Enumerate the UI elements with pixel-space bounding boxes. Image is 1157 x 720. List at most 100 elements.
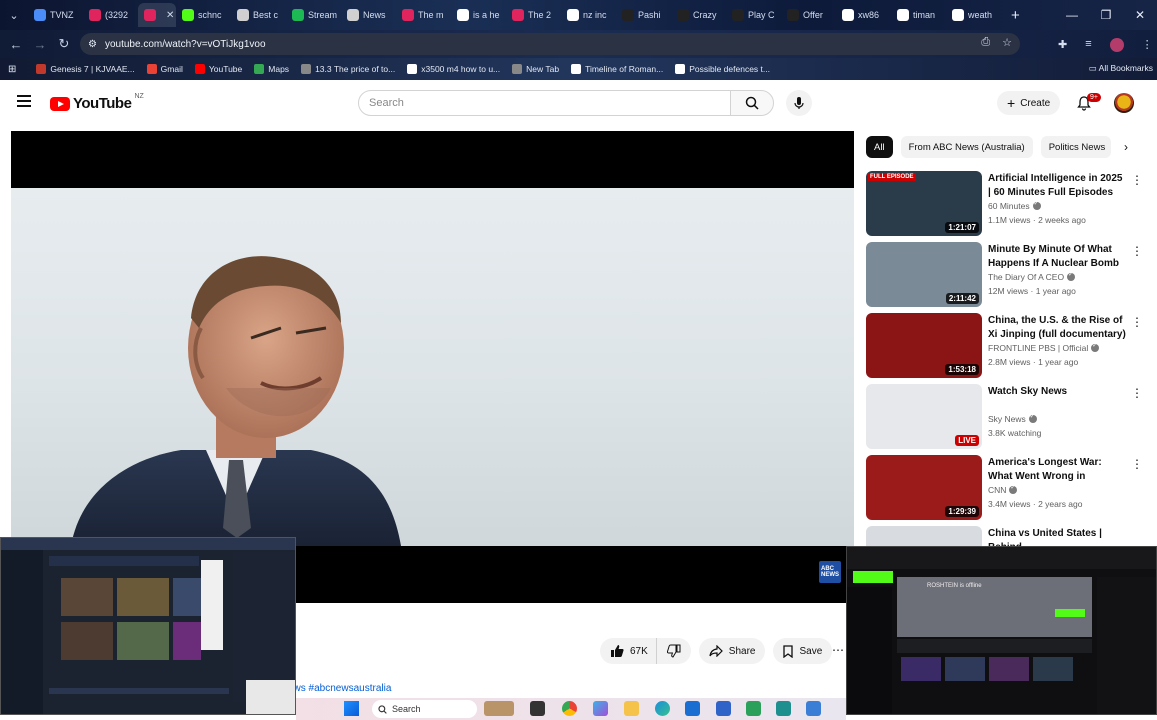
task-view-icon[interactable] [530, 701, 545, 716]
casino-stream-overlay[interactable] [0, 537, 296, 715]
search-button[interactable] [730, 90, 774, 116]
channel-name[interactable]: 60 Minutes [988, 200, 1041, 211]
chevron-right-icon[interactable]: › [1124, 140, 1128, 154]
recommendation-title[interactable]: Minute By Minute Of What Happens If A Nu… [988, 243, 1126, 271]
edge-icon[interactable] [655, 701, 670, 716]
channel-name[interactable]: Sky News [988, 413, 1037, 424]
recommendation-title[interactable]: America's Longest War: What Went Wrong i… [988, 456, 1126, 484]
new-tab-button[interactable]: + [1001, 7, 1030, 24]
video-thumbnail[interactable]: 1:29:39 [866, 455, 982, 520]
recommendation-item[interactable]: 2:11:42 Minute By Minute Of What Happens … [866, 242, 1151, 313]
browser-tab[interactable]: News [341, 3, 396, 27]
menu-icon[interactable] [17, 95, 31, 107]
recommendation-item[interactable]: 1:29:39 America's Longest War: What Went … [866, 455, 1151, 526]
app-icon-blue[interactable] [806, 701, 821, 716]
more-options-icon[interactable]: ⋮ [1131, 244, 1143, 258]
weather-widget-icon[interactable] [484, 701, 514, 716]
more-options-icon[interactable]: ⋮ [1131, 457, 1143, 471]
bookmark-item[interactable]: x3500 m4 how to u... [407, 64, 500, 74]
app-icon-green[interactable] [746, 701, 761, 716]
recommendation-item[interactable]: 1:53:18 China, the U.S. & the Rise of Xi … [866, 313, 1151, 384]
apps-grid-icon[interactable]: ⊞ [8, 64, 16, 75]
channel-name[interactable]: The Diary Of A CEO [988, 271, 1076, 282]
browser-tab[interactable]: Pashi [616, 3, 671, 27]
store-icon[interactable] [716, 701, 731, 716]
windows-start-icon[interactable] [344, 701, 359, 716]
filter-chip[interactable]: From ABC News (Australia) [900, 136, 1033, 158]
app-icon-teal[interactable] [776, 701, 791, 716]
video-thumbnail[interactable]: 2:11:42 [866, 242, 982, 307]
kick-stream-overlay[interactable]: ROSHTEIN is offline [846, 546, 1157, 715]
bookmark-item[interactable]: Genesis 7 | KJVAAE... [36, 64, 135, 74]
channel-name[interactable]: CNN [988, 484, 1018, 495]
browser-tab[interactable]: ✕ [138, 3, 176, 27]
chrome-menu-icon[interactable]: ⋮ [1142, 38, 1153, 52]
address-bar[interactable]: ⚙ youtube.com/watch?v=vOTiJkg1voo ⎙ ☆ [80, 33, 1020, 55]
bookmark-item[interactable]: Gmail [146, 64, 183, 74]
browser-tab[interactable]: Play C [726, 3, 781, 27]
video-thumbnail[interactable]: FULL EPISODE 1:21:07 [866, 171, 982, 236]
browser-tab[interactable]: schnc [176, 3, 231, 27]
copilot-icon[interactable] [593, 701, 608, 716]
maximize-icon[interactable]: ❐ [1089, 8, 1123, 22]
recommendation-item[interactable]: FULL EPISODE 1:21:07 Artificial Intelligen… [866, 171, 1151, 242]
chrome-taskbar-icon[interactable] [562, 701, 577, 716]
browser-tab[interactable]: weath [946, 3, 1001, 27]
video-thumbnail[interactable]: 1:53:18 [866, 313, 982, 378]
more-options-icon[interactable]: ⋮ [1131, 173, 1143, 187]
dislike-button[interactable] [655, 638, 691, 664]
browser-tab[interactable]: nz inc [561, 3, 616, 27]
user-avatar[interactable] [1114, 93, 1134, 113]
voice-search-button[interactable] [786, 90, 812, 116]
reading-list-icon[interactable]: ≡ [1085, 38, 1091, 52]
browser-tab[interactable]: Crazy [671, 3, 726, 27]
recommendation-title[interactable]: Artificial Intelligence in 2025 | 60 Min… [988, 172, 1126, 199]
install-app-icon[interactable]: ⎙ [981, 36, 990, 49]
like-button[interactable]: 67K [600, 638, 656, 664]
create-button[interactable]: + Create [997, 91, 1061, 115]
browser-tab[interactable]: is a he [451, 3, 506, 27]
extensions-icon[interactable]: ✚ [1058, 38, 1067, 52]
browser-tab[interactable]: The 2 [506, 3, 561, 27]
save-button[interactable]: Save [773, 638, 833, 664]
browser-tab[interactable]: Offer [781, 3, 836, 27]
video-player[interactable]: ABC NEWS [11, 131, 854, 603]
back-icon[interactable]: ← [4, 37, 28, 52]
description-hashtags[interactable]: ews #abcnewsaustralia [288, 683, 391, 694]
more-options-icon[interactable]: ⋮ [1131, 386, 1143, 400]
browser-tab[interactable]: TVNZ [28, 3, 83, 27]
all-bookmarks[interactable]: ▭ All Bookmarks [1089, 63, 1153, 74]
more-actions-icon[interactable]: ⋯ [832, 643, 844, 657]
file-explorer-icon[interactable] [624, 701, 639, 716]
browser-tab[interactable]: timan [891, 3, 946, 27]
bookmark-item[interactable]: YouTube [194, 64, 242, 74]
reload-icon[interactable]: ↻ [52, 36, 76, 52]
browser-tab[interactable]: Best c [231, 3, 286, 27]
channel-name[interactable]: FRONTLINE PBS | Official [988, 342, 1100, 353]
filter-chip[interactable]: All [866, 136, 893, 158]
browser-tab[interactable]: Stream [286, 3, 341, 27]
more-options-icon[interactable]: ⋮ [1131, 315, 1143, 329]
recommendation-item[interactable]: LIVE Watch Sky News Sky News 3.8K watching ⋮ [866, 384, 1151, 455]
browser-tab[interactable]: xw86 [836, 3, 891, 27]
recommendation-title[interactable]: Watch Sky News [988, 385, 1126, 399]
bookmark-item[interactable]: Timeline of Roman... [571, 64, 663, 74]
video-thumbnail[interactable]: LIVE [866, 384, 982, 449]
outlook-icon[interactable] [685, 701, 700, 716]
minimize-icon[interactable]: — [1055, 8, 1089, 22]
bookmark-item[interactable]: Possible defences t... [675, 64, 770, 74]
taskbar-search[interactable]: Search [372, 700, 477, 718]
tab-search-icon[interactable]: ⌄ [0, 9, 28, 22]
close-window-icon[interactable]: ✕ [1123, 8, 1157, 22]
recommendation-title[interactable]: China, the U.S. & the Rise of Xi Jinping… [988, 314, 1126, 342]
bookmark-star-icon[interactable]: ☆ [1002, 36, 1012, 49]
profile-avatar[interactable] [1109, 38, 1124, 52]
tab-close-icon[interactable]: ✕ [166, 10, 174, 21]
site-info-icon[interactable]: ⚙ [88, 39, 97, 50]
bookmark-item[interactable]: 13.3 The price of to... [301, 64, 395, 74]
youtube-logo[interactable]: YouTube NZ [50, 93, 144, 112]
search-input[interactable]: Search [358, 90, 731, 116]
browser-tab[interactable]: (3292 [83, 3, 138, 27]
share-button[interactable]: Share [698, 638, 766, 664]
browser-tab[interactable]: The m [396, 3, 451, 27]
